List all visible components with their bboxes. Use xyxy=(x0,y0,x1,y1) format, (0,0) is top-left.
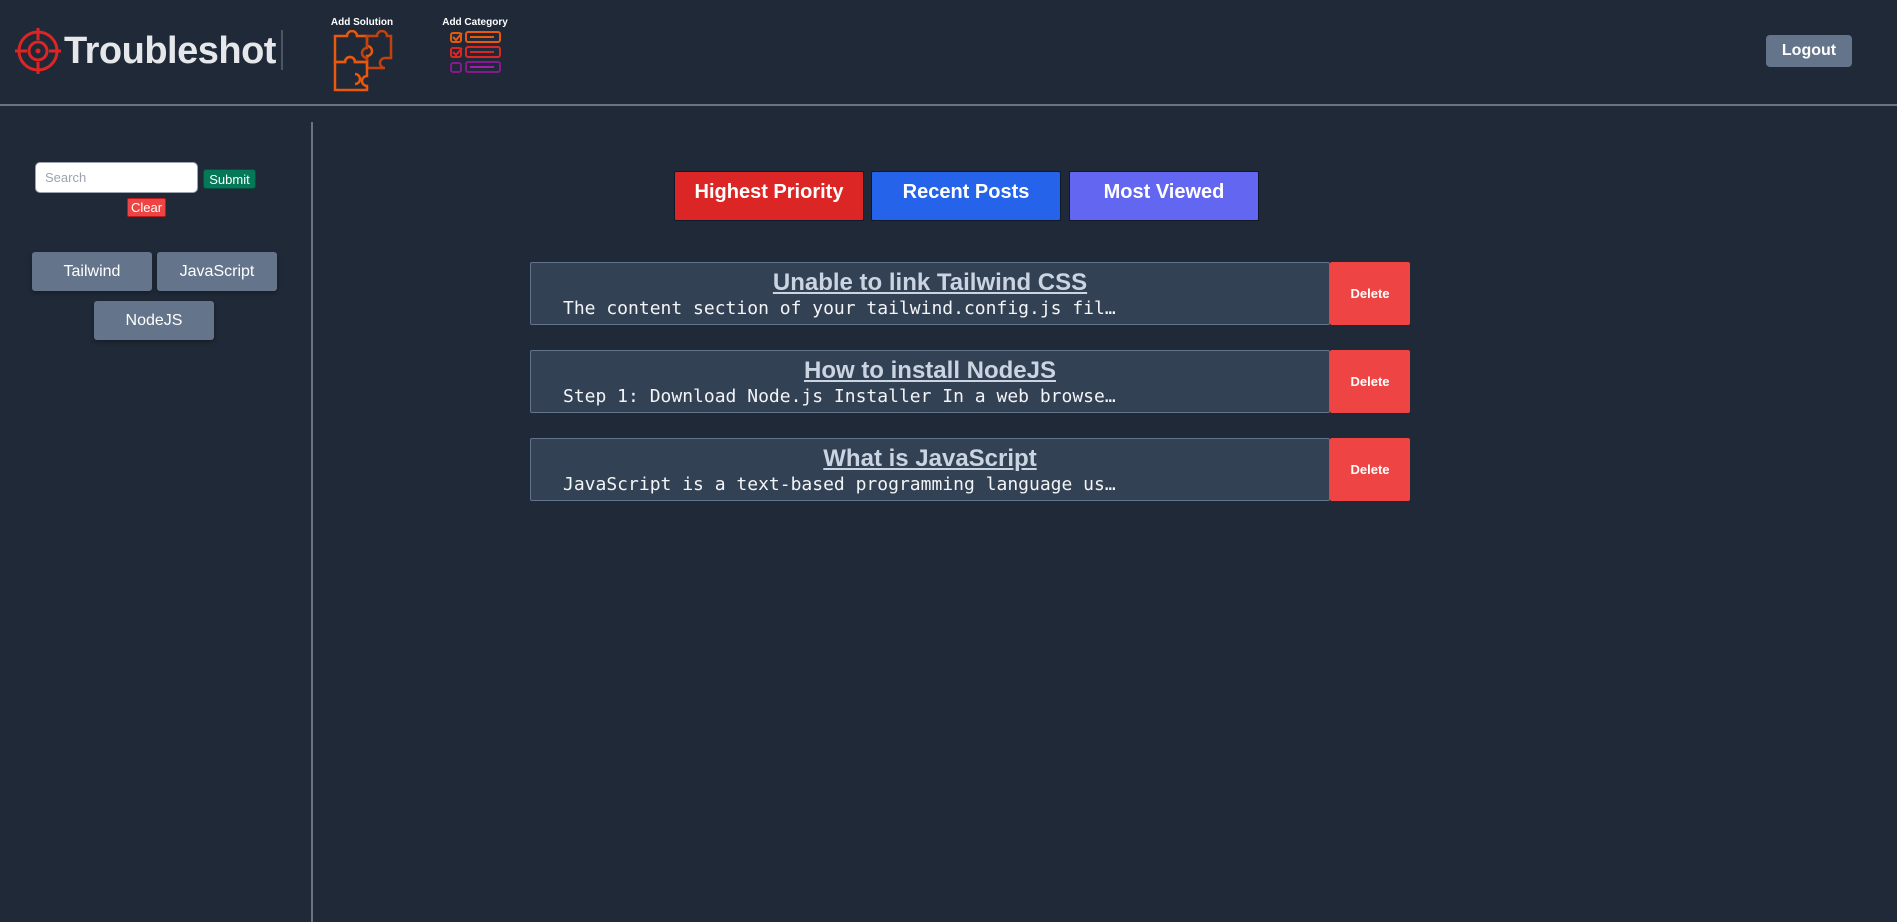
highest-priority-tab[interactable]: Highest Priority xyxy=(674,171,864,221)
add-solution-label: Add Solution xyxy=(330,17,394,28)
category-tailwind-button[interactable]: Tailwind xyxy=(32,252,152,291)
add-category-label: Add Category xyxy=(442,17,508,28)
delete-post-button[interactable]: Delete xyxy=(1330,350,1410,413)
most-viewed-tab[interactable]: Most Viewed xyxy=(1069,171,1259,221)
checklist-icon xyxy=(450,31,501,73)
delete-post-button[interactable]: Delete xyxy=(1330,438,1410,501)
post-card[interactable]: What is JavaScript JavaScript is a text-… xyxy=(530,438,1330,501)
brand-divider xyxy=(281,30,283,70)
search-input[interactable] xyxy=(35,162,198,193)
add-category-button[interactable]: Add Category xyxy=(440,17,510,76)
clear-button[interactable]: Clear xyxy=(127,198,166,217)
brand[interactable]: Troubleshot xyxy=(14,26,276,76)
submit-button[interactable]: Submit xyxy=(203,169,256,189)
crosshair-logo-icon xyxy=(15,28,61,74)
post-card[interactable]: Unable to link Tailwind CSS The content … xyxy=(530,262,1330,325)
logout-button[interactable]: Logout xyxy=(1766,35,1852,67)
top-navbar: Troubleshot Add Solution Add Category Lo… xyxy=(0,0,1897,106)
post-card[interactable]: How to install NodeJS Step 1: Download N… xyxy=(530,350,1330,413)
post-title-link[interactable]: How to install NodeJS xyxy=(531,357,1329,385)
puzzle-icon xyxy=(333,30,393,92)
post-title-link[interactable]: Unable to link Tailwind CSS xyxy=(531,269,1329,297)
post-excerpt: The content section of your tailwind.con… xyxy=(563,298,1116,319)
post-excerpt: Step 1: Download Node.js Installer In a … xyxy=(563,386,1116,407)
delete-post-button[interactable]: Delete xyxy=(1330,262,1410,325)
add-solution-button[interactable]: Add Solution xyxy=(326,17,398,94)
brand-name: Troubleshot xyxy=(64,29,276,72)
category-nodejs-button[interactable]: NodeJS xyxy=(94,301,214,340)
sidebar-divider xyxy=(311,122,313,922)
post-title-link[interactable]: What is JavaScript xyxy=(531,445,1329,473)
recent-posts-tab[interactable]: Recent Posts xyxy=(871,171,1061,221)
category-javascript-button[interactable]: JavaScript xyxy=(157,252,277,291)
post-excerpt: JavaScript is a text-based programming l… xyxy=(563,474,1116,495)
